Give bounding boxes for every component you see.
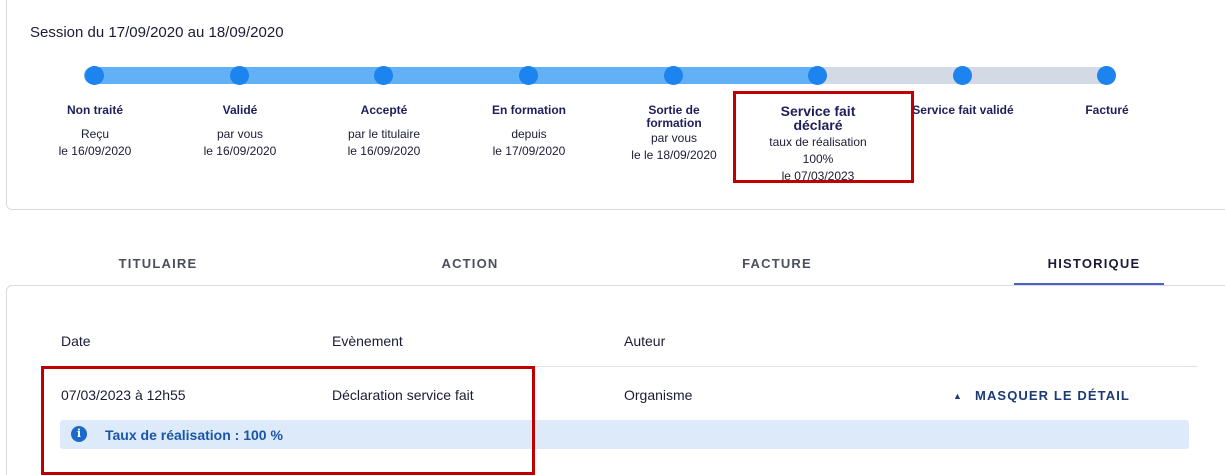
session-title: Session du 17/09/2020 au 18/09/2020 — [30, 24, 284, 41]
step-date: le 16/09/2020 — [58, 144, 132, 158]
caret-up-icon: ▲ — [953, 390, 964, 401]
step-non-traite: Non traité Reçu le 16/09/2020 — [30, 104, 160, 160]
step-title: Non traité — [66, 103, 123, 117]
hide-detail-label: MASQUER LE DÉTAIL — [975, 388, 1130, 403]
step-title-line-2: formation — [646, 116, 702, 130]
step-status: par vous — [216, 127, 264, 141]
step-date: le le 18/09/2020 — [631, 148, 717, 162]
tab-historique[interactable]: HISTORIQUE — [1034, 256, 1154, 271]
column-header-event: Evènement — [332, 333, 403, 349]
tab-bar: TITULAIRE ACTION FACTURE HISTORIQUE — [0, 240, 1225, 286]
tab-facture[interactable]: FACTURE — [737, 256, 817, 271]
step-date: le 16/09/2020 — [203, 144, 277, 158]
step-title: Facturé — [1085, 103, 1129, 117]
step-dot-service-fait-declare — [808, 66, 827, 85]
progress-track-completed — [84, 67, 826, 84]
column-header-date: Date — [61, 333, 91, 349]
step-title: Accepté — [360, 103, 408, 117]
step-sortie-formation: Sortie de formation par vous le le 18/09… — [609, 104, 739, 164]
step-dot-accepte — [374, 66, 393, 85]
step-date: le 16/09/2020 — [347, 144, 421, 158]
step-status: par le titulaire — [347, 127, 421, 141]
step-dot-non-traite — [85, 66, 104, 85]
step-facture: Facturé — [1042, 104, 1172, 117]
step-service-fait-valide: Service fait validé — [898, 104, 1028, 117]
highlight-box-step — [733, 91, 914, 183]
step-dot-valide — [230, 66, 249, 85]
step-valide: Validé par vous le 16/09/2020 — [175, 104, 305, 160]
step-en-formation: En formation depuis le 17/09/2020 — [464, 104, 594, 160]
step-title: Service fait validé — [912, 103, 1014, 117]
step-dot-service-fait-valide — [953, 66, 972, 85]
hide-detail-button[interactable]: ▲ MASQUER LE DÉTAIL — [953, 388, 1130, 403]
column-header-author: Auteur — [624, 333, 666, 349]
step-status: Reçu — [80, 127, 109, 141]
highlight-box-history-row — [41, 366, 535, 475]
step-dot-en-formation — [519, 66, 538, 85]
tab-action[interactable]: ACTION — [430, 256, 510, 271]
step-title: Validé — [222, 103, 258, 117]
step-date: le 17/09/2020 — [492, 144, 566, 158]
history-row-author: Organisme — [624, 387, 693, 403]
step-status: par vous — [650, 131, 698, 145]
step-accepte: Accepté par le titulaire le 16/09/2020 — [319, 104, 449, 160]
step-status: depuis — [511, 127, 547, 141]
tab-titulaire[interactable]: TITULAIRE — [113, 256, 203, 271]
step-dot-sortie-formation — [664, 66, 683, 85]
step-dot-facture — [1097, 66, 1116, 85]
step-title: En formation — [492, 103, 566, 117]
